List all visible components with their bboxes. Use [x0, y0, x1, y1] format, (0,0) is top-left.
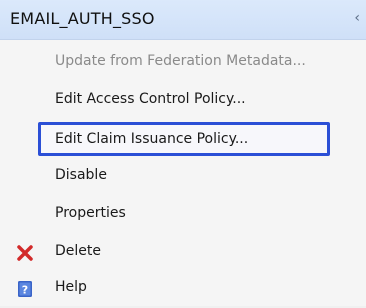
menu-item-label: Update from Federation Metadata...: [55, 53, 306, 69]
menu-item-label: Edit Claim Issuance Policy...: [55, 131, 249, 147]
context-menu-header: EMAIL_AUTH_SSO ‹: [0, 0, 366, 40]
help-book-icon: ?: [16, 280, 34, 298]
menu-item-edit-access-control-policy[interactable]: Edit Access Control Policy...: [0, 82, 366, 120]
menu-item-edit-claim-issuance-policy[interactable]: Edit Claim Issuance Policy...: [38, 122, 330, 156]
menu-item-help[interactable]: ? Help: [0, 270, 366, 308]
header-title: EMAIL_AUTH_SSO: [10, 9, 155, 28]
menu-item-label: Delete: [55, 243, 101, 259]
svg-text:?: ?: [22, 284, 28, 297]
menu-item-properties[interactable]: Properties: [0, 196, 366, 234]
menu-item-update-from-federation-metadata: Update from Federation Metadata...: [0, 44, 366, 82]
menu-item-delete[interactable]: Delete: [0, 234, 366, 272]
header-edge-glyph: ‹: [354, 10, 360, 26]
context-menu: Update from Federation Metadata... Edit …: [0, 40, 366, 306]
menu-item-label: Properties: [55, 205, 126, 221]
menu-item-label: Disable: [55, 167, 107, 183]
delete-x-icon: [16, 244, 34, 262]
menu-item-label: Edit Access Control Policy...: [55, 91, 246, 107]
menu-item-label: Help: [55, 279, 87, 295]
menu-item-disable[interactable]: Disable: [0, 158, 366, 196]
